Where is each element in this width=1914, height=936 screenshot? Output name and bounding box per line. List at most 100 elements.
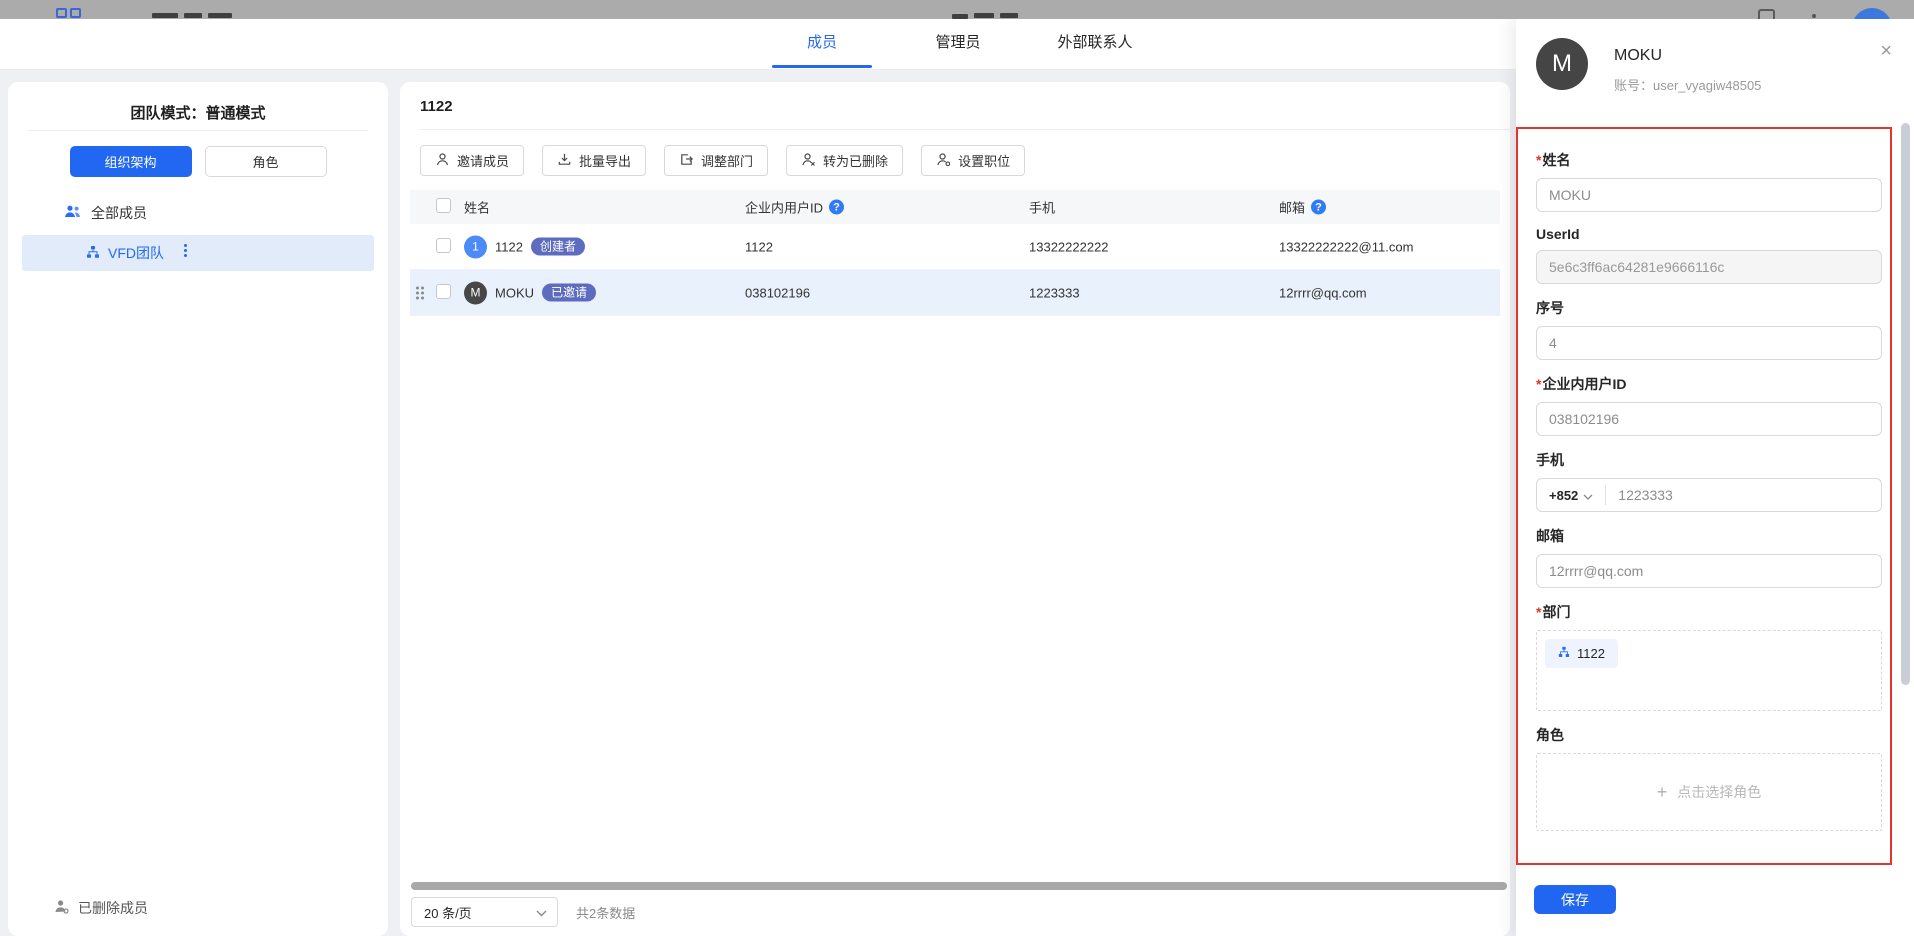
- userid-label: UserId: [1536, 226, 1882, 242]
- sequence-field[interactable]: [1536, 326, 1882, 360]
- divider: [420, 129, 1510, 130]
- col-user-id: 企业内用户ID: [745, 198, 823, 217]
- move-to-deleted-button[interactable]: 转为已删除: [786, 145, 903, 176]
- divider: [1605, 485, 1606, 505]
- team-mode-title: 团队模式：普通模式: [8, 82, 388, 130]
- department-chip-label: 1122: [1577, 646, 1605, 661]
- download-icon: [557, 152, 572, 170]
- titlebar-text-fragment: [974, 13, 994, 18]
- role-placeholder: 点击选择角色: [1677, 782, 1761, 802]
- chevron-down-icon: [536, 905, 547, 920]
- person-remove-icon: [801, 152, 816, 170]
- org-chart-icon: [86, 245, 100, 262]
- team-members-icon: [64, 204, 81, 222]
- total-count: 共2条数据: [576, 903, 635, 922]
- country-code-select[interactable]: +852: [1549, 488, 1593, 503]
- department-chip[interactable]: 1122: [1545, 639, 1618, 668]
- team-more-icon[interactable]: [184, 244, 187, 257]
- deleted-member-icon: [54, 899, 69, 917]
- chevron-down-icon: [1583, 488, 1593, 503]
- role-label: 角色: [1536, 725, 1882, 745]
- col-name: 姓名: [464, 198, 490, 217]
- table-row[interactable]: M MOKU 已邀请 038102196 1223333 12rrrr@qq.c…: [410, 270, 1500, 316]
- member-detail-drawer: M MOKU 账号：user_vyagiw48505 × *姓名 UserId …: [1516, 19, 1914, 936]
- vertical-scrollbar[interactable]: [1901, 123, 1910, 685]
- page-size-value: 20 条/页: [424, 903, 472, 922]
- sidebar: 团队模式：普通模式 组织架构 角色 全部成员 VFD团队 已删除成员: [8, 82, 388, 936]
- invite-member-button[interactable]: 邀请成员: [420, 145, 524, 176]
- save-button[interactable]: 保存: [1534, 885, 1616, 914]
- sidebar-item-team[interactable]: VFD团队: [22, 235, 374, 271]
- member-name: 1122: [495, 239, 523, 254]
- horizontal-scrollbar[interactable]: [411, 882, 1507, 890]
- row-checkbox[interactable]: [436, 284, 451, 299]
- table-header: 姓名 企业内用户ID ? 手机 邮箱 ?: [410, 190, 1500, 224]
- browser-profile-avatar[interactable]: [1852, 8, 1892, 19]
- col-email: 邮箱: [1279, 198, 1305, 217]
- member-user-id: 1122: [745, 239, 773, 254]
- batch-export-button[interactable]: 批量导出: [542, 145, 646, 176]
- divider: [28, 130, 368, 131]
- member-email: 13322222222@11.com: [1279, 239, 1413, 254]
- phone-label: 手机: [1536, 450, 1882, 470]
- titlebar-logo-fragment-icon: [70, 8, 81, 18]
- department-picker[interactable]: 1122: [1536, 630, 1882, 711]
- avatar: M: [1536, 38, 1588, 90]
- avatar: M: [464, 281, 487, 304]
- sidebar-item-deleted-members[interactable]: 已删除成员: [54, 898, 148, 918]
- tab-members[interactable]: 成员: [772, 19, 872, 70]
- titlebar-text-fragment: [1000, 13, 1018, 18]
- member-phone: 1223333: [1029, 285, 1080, 300]
- tab-external-contacts[interactable]: 外部联系人: [1040, 19, 1150, 70]
- email-field[interactable]: [1536, 554, 1882, 588]
- members-panel: 1122 邀请成员 批量导出 调整部门 转为已删除 设置职位 姓名 企业内用: [400, 82, 1510, 936]
- name-label: *姓名: [1536, 150, 1882, 170]
- userid-field: [1536, 250, 1882, 284]
- sidebar-item-all-members[interactable]: 全部成员: [64, 203, 388, 223]
- role-picker[interactable]: + 点击选择角色: [1536, 753, 1882, 831]
- org-structure-button[interactable]: 组织架构: [70, 146, 192, 177]
- plus-icon: +: [1657, 782, 1668, 803]
- person-setting-icon: [936, 152, 951, 170]
- move-department-icon: [679, 152, 694, 170]
- titlebar-text-fragment: [952, 14, 968, 19]
- set-position-button[interactable]: 设置职位: [921, 145, 1025, 176]
- member-user-id: 038102196: [745, 285, 810, 300]
- tab-members-label: 成员: [807, 34, 837, 51]
- name-field[interactable]: [1536, 178, 1882, 212]
- drag-handle-icon[interactable]: [416, 286, 424, 299]
- col-phone: 手机: [1029, 198, 1055, 217]
- members-toolbar: 邀请成员 批量导出 调整部门 转为已删除 设置职位: [420, 145, 1510, 176]
- sequence-label: 序号: [1536, 298, 1882, 318]
- phone-field[interactable]: +852 1223333: [1536, 478, 1882, 512]
- enterprise-id-field[interactable]: [1536, 402, 1882, 436]
- member-name: MOKU: [1614, 47, 1662, 65]
- member-name: MOKU: [495, 285, 534, 300]
- email-label: 邮箱: [1536, 526, 1882, 546]
- help-icon[interactable]: ?: [1311, 200, 1326, 215]
- titlebar-text-fragment: [184, 13, 202, 18]
- titlebar-text-fragment: [152, 13, 178, 18]
- status-badge: 已邀请: [542, 284, 596, 302]
- adjust-department-button[interactable]: 调整部门: [664, 145, 768, 176]
- tab-admins[interactable]: 管理员: [903, 19, 1013, 70]
- highlighted-form-region: *姓名 UserId 序号 *企业内用户ID 手机 +852 1223333: [1516, 127, 1892, 865]
- browser-extension-icon[interactable]: [1758, 9, 1775, 19]
- deleted-members-label: 已删除成员: [78, 898, 148, 918]
- tab-external-contacts-label: 外部联系人: [1057, 34, 1132, 51]
- avatar: 1: [464, 235, 487, 258]
- table-row[interactable]: 1 1122 创建者 1122 13322222222 13322222222@…: [410, 224, 1500, 270]
- close-icon[interactable]: ×: [1880, 41, 1892, 61]
- person-invite-icon: [435, 152, 450, 170]
- select-all-checkbox[interactable]: [436, 198, 451, 213]
- help-icon[interactable]: ?: [829, 200, 844, 215]
- member-phone: 13322222222: [1029, 239, 1109, 254]
- row-checkbox[interactable]: [436, 238, 451, 253]
- page-size-select[interactable]: 20 条/页: [411, 897, 558, 927]
- browser-menu-icon[interactable]: [1812, 14, 1816, 18]
- member-email: 12rrrr@qq.com: [1279, 285, 1367, 300]
- titlebar-text-fragment: [208, 13, 232, 18]
- member-account: 账号：user_vyagiw48505: [1614, 75, 1761, 94]
- role-button[interactable]: 角色: [205, 146, 327, 177]
- enterprise-id-label: *企业内用户ID: [1536, 374, 1882, 394]
